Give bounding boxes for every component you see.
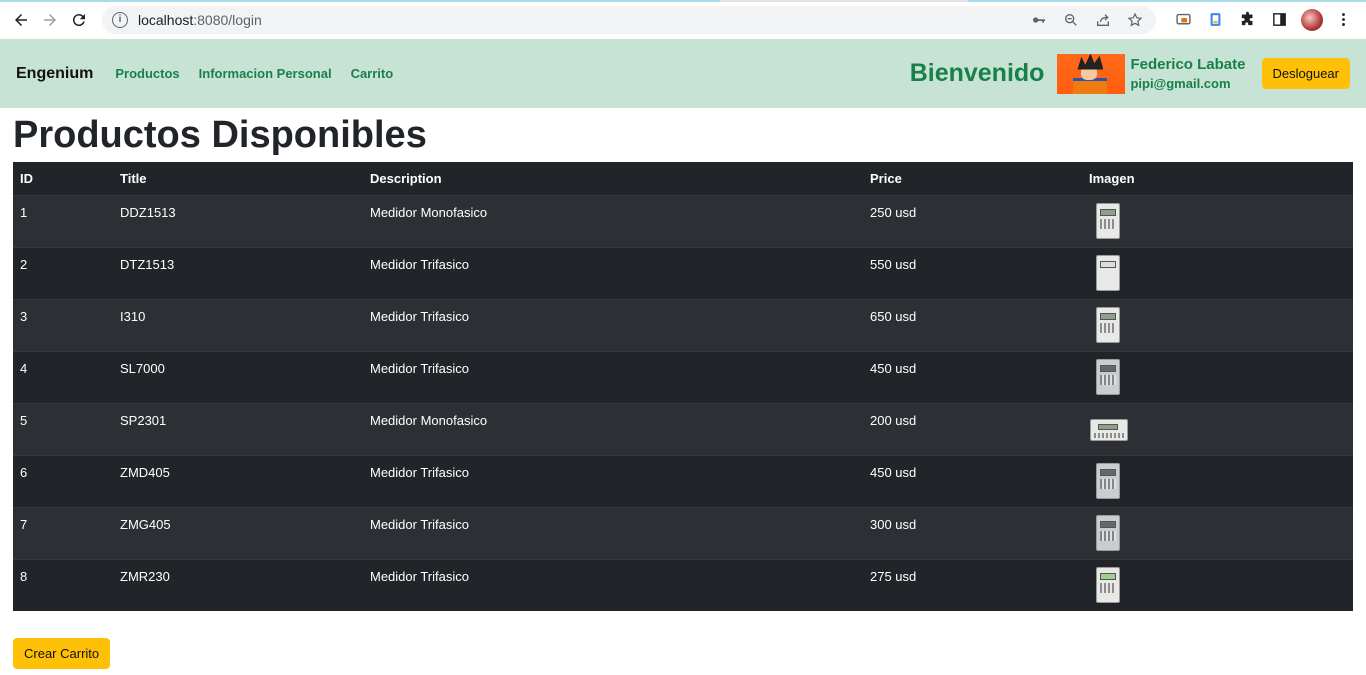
column-header-id: ID: [13, 162, 113, 196]
key-icon[interactable]: [1028, 9, 1050, 31]
cell-title: ZMD405: [113, 454, 363, 507]
meter-image: [1090, 305, 1124, 345]
cell-id: 7: [13, 506, 113, 559]
page-title: Productos Disponibles: [13, 114, 427, 156]
user-info: Federico Labate pipi@gmail.com: [1130, 56, 1245, 91]
cell-description: Medidor Monofasico: [363, 402, 863, 455]
cell-title: ZMG405: [113, 506, 363, 559]
table-row: 5 SP2301 Medidor Monofasico 200 usd: [13, 402, 1353, 455]
cell-image: [1082, 402, 1353, 455]
column-header-imagen: Imagen: [1082, 162, 1353, 196]
table-header-row: ID Title Description Price Imagen: [13, 162, 1353, 196]
cell-price: 450 usd: [863, 454, 1082, 507]
table-row: 2 DTZ1513 Medidor Trifasico 550 usd: [13, 246, 1353, 299]
table-row: 3 I310 Medidor Trifasico 650 usd: [13, 298, 1353, 351]
cell-description: Medidor Trifasico: [363, 298, 863, 351]
cell-price: 650 usd: [863, 298, 1082, 351]
cell-price: 275 usd: [863, 558, 1082, 611]
url-path: :8080/login: [193, 11, 262, 28]
cell-id: 4: [13, 350, 113, 403]
cell-image: [1082, 350, 1353, 403]
meter-image: [1090, 201, 1124, 241]
cell-description: Medidor Monofasico: [363, 194, 863, 247]
cell-image: [1082, 246, 1353, 299]
url-host: localhost: [137, 11, 194, 28]
cell-image: [1082, 558, 1353, 611]
address-bar[interactable]: i localhost:8080/login: [101, 5, 1156, 34]
cell-id: 1: [13, 194, 113, 247]
cell-id: 5: [13, 402, 113, 455]
main-content: Productos Disponibles ID Title Descripti…: [0, 112, 1366, 669]
products-table: ID Title Description Price Imagen 1 DDZ1…: [13, 162, 1353, 611]
cell-description: Medidor Trifasico: [363, 454, 863, 507]
cell-title: SL7000: [113, 350, 363, 403]
share-icon[interactable]: [1092, 9, 1114, 31]
table-row: 8 ZMR230 Medidor Trifasico 275 usd: [13, 558, 1353, 611]
cell-image: [1082, 454, 1353, 507]
cell-title: ZMR230: [113, 558, 363, 611]
cell-price: 550 usd: [863, 246, 1082, 299]
cell-title: DDZ1513: [113, 194, 363, 247]
cell-description: Medidor Trifasico: [363, 246, 863, 299]
app-navbar: Engenium Productos Informacion Personal …: [0, 39, 1366, 108]
user-avatar: [1057, 53, 1126, 94]
menu-kebab-icon[interactable]: [1330, 6, 1358, 34]
profile-avatar[interactable]: [1298, 6, 1326, 34]
extension-doc-icon[interactable]: [1202, 6, 1230, 34]
cell-description: Medidor Trifasico: [363, 506, 863, 559]
reload-icon[interactable]: [67, 6, 92, 34]
table-row: 1 DDZ1513 Medidor Monofasico 250 usd: [13, 194, 1353, 247]
cell-id: 2: [13, 246, 113, 299]
welcome-heading: Bienvenido: [909, 59, 1045, 87]
nav-link-productos[interactable]: Productos: [115, 66, 179, 81]
cell-price: 200 usd: [863, 402, 1082, 455]
cell-price: 300 usd: [863, 506, 1082, 559]
cell-price: 250 usd: [863, 194, 1082, 247]
back-icon[interactable]: [8, 6, 33, 34]
table-row: 4 SL7000 Medidor Trifasico 450 usd: [13, 350, 1353, 403]
cell-image: [1082, 506, 1353, 559]
cell-id: 6: [13, 454, 113, 507]
meter-image: [1090, 565, 1124, 605]
cell-image: [1082, 194, 1353, 247]
cell-id: 3: [13, 298, 113, 351]
cell-id: 8: [13, 558, 113, 611]
table-row: 6 ZMD405 Medidor Trifasico 450 usd: [13, 454, 1353, 507]
cell-title: SP2301: [113, 402, 363, 455]
cast-icon[interactable]: [1170, 6, 1198, 34]
logout-button[interactable]: Desloguear: [1261, 58, 1350, 89]
forward-icon[interactable]: [37, 6, 62, 34]
column-header-title: Title: [113, 162, 363, 196]
cell-description: Medidor Trifasico: [363, 350, 863, 403]
browser-toolbar: i localhost:8080/login: [0, 0, 1366, 39]
meter-image: [1090, 461, 1124, 501]
meter-image: [1090, 357, 1124, 397]
puzzle-icon[interactable]: [1234, 6, 1262, 34]
user-email: pipi@gmail.com: [1130, 76, 1231, 91]
cell-image: [1082, 298, 1353, 351]
zoom-icon[interactable]: [1060, 9, 1082, 31]
tab-strip: [0, 0, 1366, 2]
star-icon[interactable]: [1124, 9, 1146, 31]
meter-image: [1090, 513, 1124, 553]
cell-title: DTZ1513: [113, 246, 363, 299]
meter-image: [1090, 253, 1124, 293]
column-header-description: Description: [363, 162, 863, 196]
cell-title: I310: [113, 298, 363, 351]
nav-link-carrito[interactable]: Carrito: [351, 66, 394, 81]
create-cart-button[interactable]: Crear Carrito: [13, 638, 111, 669]
site-info-icon[interactable]: i: [111, 11, 128, 28]
meter-image: [1090, 409, 1128, 449]
cell-description: Medidor Trifasico: [363, 558, 863, 611]
table-row: 7 ZMG405 Medidor Trifasico 300 usd: [13, 506, 1353, 559]
column-header-price: Price: [863, 162, 1082, 196]
brand[interactable]: Engenium: [16, 65, 93, 83]
cell-price: 450 usd: [863, 350, 1082, 403]
side-panel-icon[interactable]: [1266, 6, 1294, 34]
user-name: Federico Labate: [1130, 56, 1246, 73]
nav-link-informacion-personal[interactable]: Informacion Personal: [199, 66, 332, 81]
